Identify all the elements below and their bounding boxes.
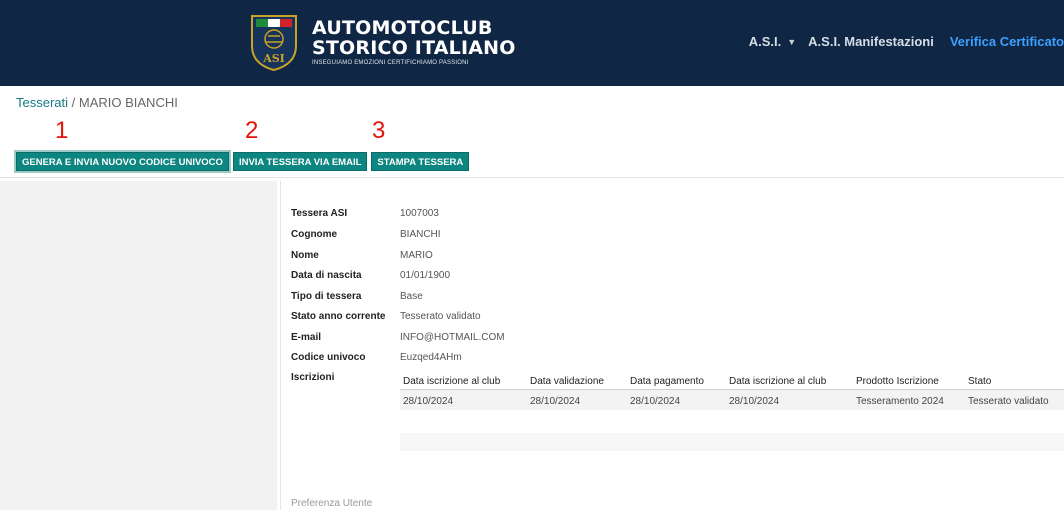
column-header: Data validazione [530,376,604,387]
nav-asi-label: A.S.I. [748,34,782,49]
column-header: Data pagamento [630,376,704,387]
table-cell: Tesseramento 2024 [856,396,944,407]
detail-value: 01/01/1900 [400,270,451,281]
detail-value: INFO@HOTMAIL.COM [400,332,505,343]
generate-code-button[interactable]: GENERA E INVIA NUOVO CODICE UNIVOCO [16,152,229,171]
divider [0,177,1064,178]
panel-divider [280,181,281,510]
send-card-email-button[interactable]: INVIA TESSERA VIA EMAIL [232,152,368,171]
caret-down-icon: ▼ [787,36,797,47]
logo-line1: AUTOMOTOCLUB [312,17,493,39]
nav-verifica-label: Verifica Certificato [949,34,1064,49]
nav-verifica-certificato[interactable]: Verifica Certificato [950,34,1064,49]
column-header: Stato [968,376,992,387]
table-cell: Tesserato validato [968,396,1049,407]
detail-label: E-mail [291,332,322,343]
table-cell: 28/10/2024 [630,396,681,407]
nav-asi[interactable]: A.S.I. ▼ [749,34,796,49]
detail-label: Tipo di tessera [291,291,362,302]
logo-text: AUTOMOTOCLUB STORICO ITALIANO INSEGUIAMO… [312,18,516,66]
detail-label: Tessera ASI [291,208,348,219]
annotation-3: 3 [372,117,386,144]
annotation-2: 2 [245,117,259,144]
table-footer-band [400,433,1064,451]
logo-tagline: INSEGUIAMO EMOZIONI CERTIFICHIAMO PASSIO… [312,60,469,66]
table-header: Data iscrizione al club Data validazione… [400,369,1064,390]
detail-value: Euzqed4AHm [400,352,462,363]
breadcrumb-separator: / [68,95,79,110]
column-header: Data iscrizione al club [729,376,827,387]
asi-shield-text: ASI [262,52,285,65]
asi-shield-icon: ASI [251,15,297,72]
detail-label: Iscrizioni [291,372,335,383]
breadcrumb: Tesserati / MARIO BIANCHI [16,95,178,110]
detail-label: Codice univoco [291,352,366,363]
nav-asi-manifestazioni[interactable]: A.S.I. Manifestazioni [808,34,934,49]
table-row: 28/10/2024 28/10/2024 28/10/2024 28/10/2… [400,390,1064,410]
user-preferences-heading: Preferenza Utente [291,498,373,509]
nav-manifestazioni-label: A.S.I. Manifestazioni [808,34,934,49]
main-nav: A.S.I. ▼ A.S.I. Manifestazioni Verifica … [737,34,1064,49]
action-buttons: GENERA E INVIA NUOVO CODICE UNIVOCO INVI… [16,152,473,171]
left-panel [0,181,277,510]
breadcrumb-tesserati-link[interactable]: Tesserati [16,95,68,110]
table-cell: 28/10/2024 [403,396,454,407]
detail-value: BIANCHI [400,229,441,240]
detail-label: Cognome [291,229,338,240]
detail-value: Base [400,291,423,302]
table-cell: 28/10/2024 [530,396,581,407]
column-header: Prodotto Iscrizione [856,376,939,387]
top-navbar: ASI AUTOMOTOCLUB STORICO ITALIANO INSEGU… [0,0,1064,86]
detail-value: 1007003 [400,208,439,219]
detail-label: Data di nascita [291,270,362,281]
detail-label: Nome [291,250,319,261]
logo-line2: STORICO ITALIANO [312,37,516,59]
detail-label: Stato anno corrente [291,311,386,322]
annotation-1: 1 [55,117,69,144]
asi-logo[interactable]: ASI AUTOMOTOCLUB STORICO ITALIANO INSEGU… [248,12,516,72]
column-header: Data iscrizione al club [403,376,501,387]
detail-value: MARIO [400,250,433,261]
print-card-button[interactable]: STAMPA TESSERA [371,152,470,171]
breadcrumb-current: MARIO BIANCHI [78,95,178,110]
detail-value: Tesserato validato [400,311,481,322]
table-cell: 28/10/2024 [729,396,780,407]
